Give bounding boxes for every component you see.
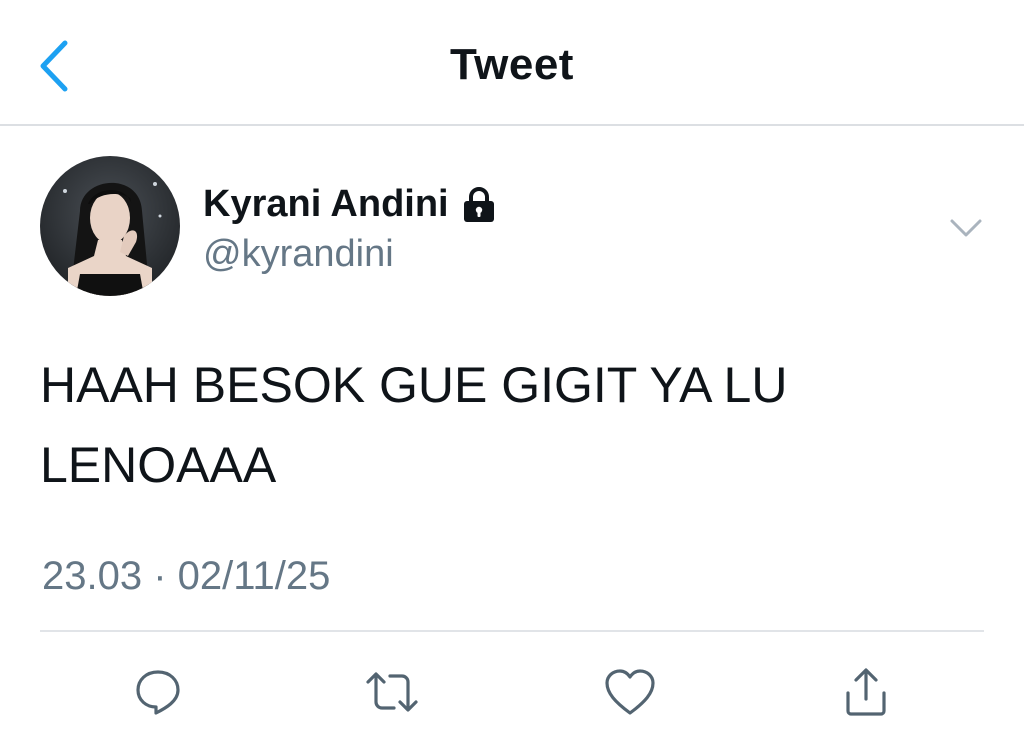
lock-icon <box>461 186 497 224</box>
avatar-image <box>40 156 180 296</box>
share-button[interactable] <box>836 662 896 722</box>
more-options-button[interactable] <box>944 210 988 246</box>
share-icon <box>846 668 886 716</box>
display-name: Kyrani Andini <box>203 183 449 225</box>
author-name-row: Kyrani Andini <box>203 183 497 226</box>
page-title: Tweet <box>450 40 574 89</box>
header-bar: Tweet <box>0 0 1024 126</box>
retweet-button[interactable] <box>362 662 422 722</box>
avatar[interactable] <box>40 156 180 296</box>
author-handle[interactable]: @kyrandini <box>203 233 394 276</box>
heart-icon <box>605 669 655 715</box>
tweet-timestamp[interactable]: 23.03 · 02/11/25 <box>42 554 330 599</box>
retweet-icon <box>366 672 418 712</box>
like-button[interactable] <box>600 662 660 722</box>
tweet-text: HAAH BESOK GUE GIGIT YA LU LENOAAA <box>40 357 788 493</box>
divider <box>40 630 984 632</box>
reply-icon <box>136 670 180 715</box>
reply-button[interactable] <box>128 662 188 722</box>
tweet-detail-screen: Tweet Kyrani Andini @kyrandini HAAH BESO… <box>0 0 1024 750</box>
chevron-down-icon <box>950 219 982 237</box>
